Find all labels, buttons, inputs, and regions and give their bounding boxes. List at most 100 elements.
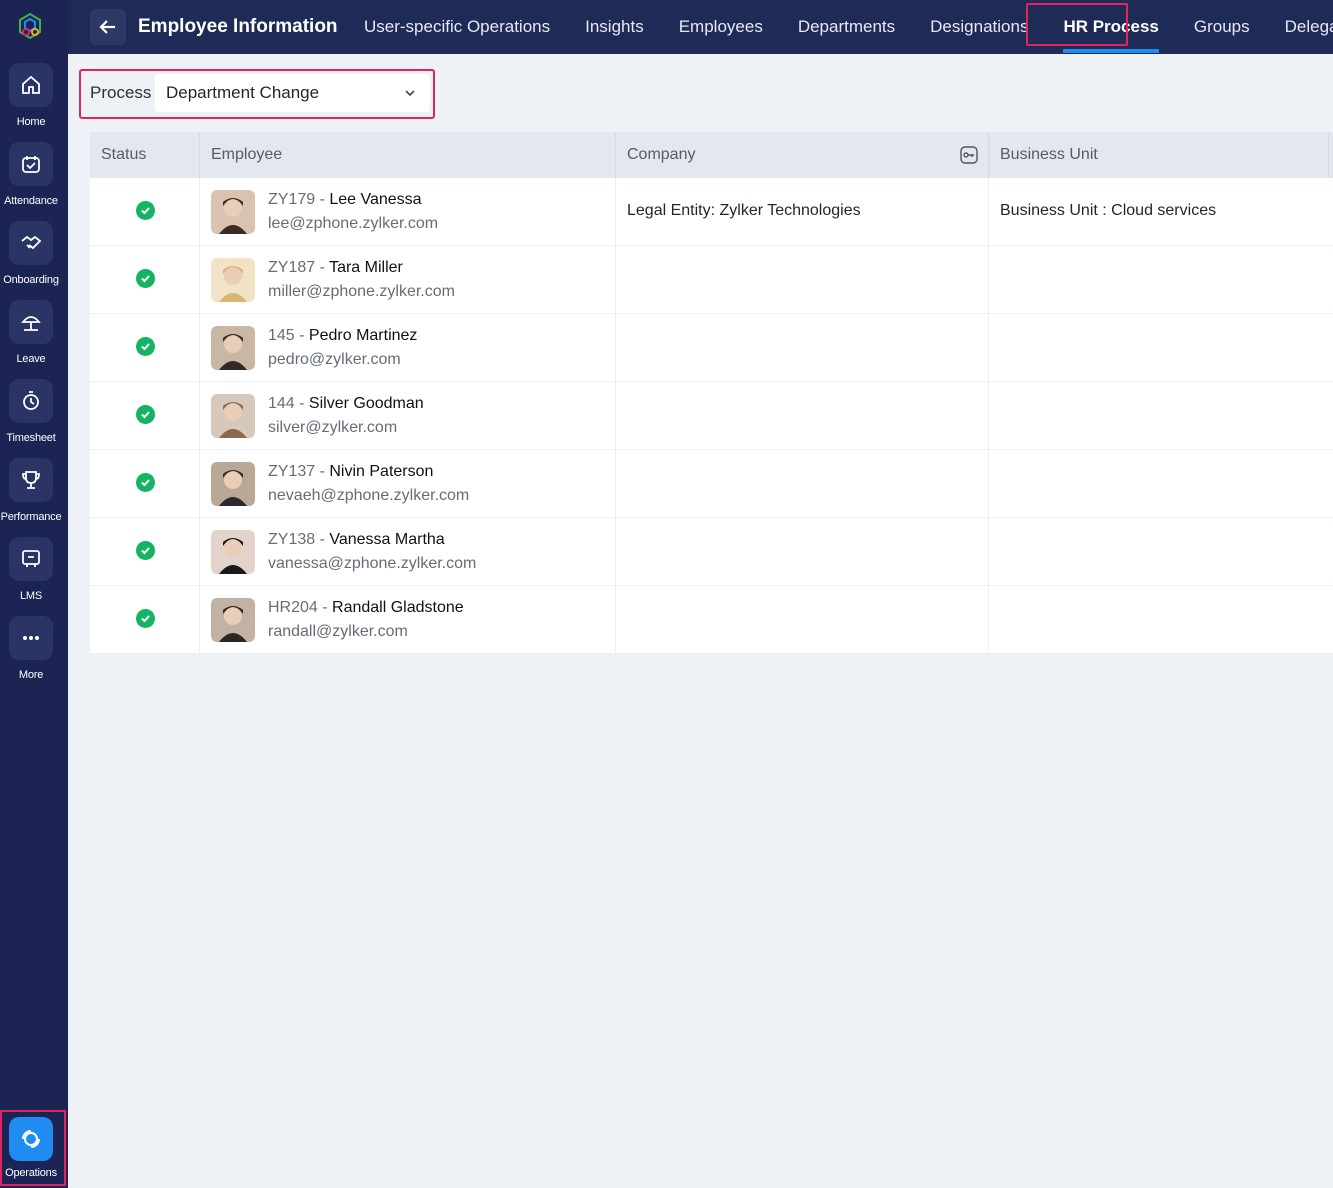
employee-cell[interactable]: ZY137 - Nivin Paterson nevaeh@zphone.zyl… xyxy=(200,450,616,518)
top-bar: Employee Information User-specific Opera… xyxy=(68,0,1333,54)
avatar[interactable] xyxy=(211,190,255,234)
business-unit-cell: Business Unit : Cloud services xyxy=(989,178,1333,246)
employee-id-name: HR204 - Randall Gladstone xyxy=(268,599,464,617)
table-row[interactable]: ZY179 - Lee Vanessa lee@zphone.zylker.co… xyxy=(90,178,1333,246)
process-select[interactable]: Department Change xyxy=(155,74,430,112)
column-header-business-unit: Business Unit xyxy=(989,132,1329,178)
employee-id-name: 144 - Silver Goodman xyxy=(268,395,424,413)
id-separator: - xyxy=(315,531,330,548)
table-row[interactable]: ZY137 - Nivin Paterson nevaeh@zphone.zyl… xyxy=(90,450,1333,518)
handshake-icon xyxy=(9,221,53,265)
company-cell xyxy=(616,518,989,586)
employee-id-name: ZY138 - Vanessa Martha xyxy=(268,531,445,549)
avatar[interactable] xyxy=(211,258,255,302)
tab-employees[interactable]: Employees xyxy=(679,0,763,54)
tab-user-specific-operations[interactable]: User-specific Operations xyxy=(364,0,550,54)
table-row[interactable]: 144 - Silver Goodman silver@zylker.com xyxy=(90,382,1333,450)
key-icon[interactable] xyxy=(960,146,978,164)
avatar[interactable] xyxy=(211,462,255,506)
chevron-down-icon xyxy=(405,90,415,97)
business-unit-cell xyxy=(989,518,1333,586)
employee-cell[interactable]: ZY187 - Tara Miller miller@zphone.zylker… xyxy=(200,246,616,314)
avatar[interactable] xyxy=(211,326,255,370)
employee-cell[interactable]: 145 - Pedro Martinez pedro@zylker.com xyxy=(200,314,616,382)
app-logo-icon[interactable] xyxy=(16,12,44,40)
table-row[interactable]: ZY138 - Vanessa Martha vanessa@zphone.zy… xyxy=(90,518,1333,586)
employee-table: Status Employee Company Business Unit ZY… xyxy=(90,132,1333,654)
column-header-company: Company xyxy=(616,132,989,178)
employee-name[interactable]: Pedro Martinez xyxy=(309,327,418,344)
tab-designations[interactable]: Designations xyxy=(930,0,1028,54)
table-row[interactable]: ZY187 - Tara Miller miller@zphone.zylker… xyxy=(90,246,1333,314)
sidebar-item-label: Attendance xyxy=(4,195,58,207)
back-button[interactable] xyxy=(90,9,126,45)
employee-name[interactable]: Vanessa Martha xyxy=(329,531,444,548)
sidebar-item-performance[interactable]: Performance xyxy=(0,458,62,523)
sidebar-item-timesheet[interactable]: Timesheet xyxy=(0,379,62,444)
sidebar-item-more[interactable]: More xyxy=(0,616,62,681)
table-row[interactable]: 145 - Pedro Martinez pedro@zylker.com xyxy=(90,314,1333,382)
trophy-icon xyxy=(9,458,53,502)
business-unit-cell xyxy=(989,246,1333,314)
more-dots-icon xyxy=(9,616,53,660)
tab-groups[interactable]: Groups xyxy=(1194,0,1250,54)
business-unit-cell xyxy=(989,586,1333,654)
avatar[interactable] xyxy=(211,598,255,642)
sidebar-item-label: Performance xyxy=(0,511,62,523)
sidebar-item-attendance[interactable]: Attendance xyxy=(0,142,62,207)
sidebar-item-onboarding[interactable]: Onboarding xyxy=(0,221,62,286)
employee-id: ZY138 xyxy=(268,531,316,548)
employee-email: randall@zylker.com xyxy=(268,623,408,640)
id-separator: - xyxy=(315,463,330,480)
process-label: Process xyxy=(90,83,152,102)
table-body: ZY179 - Lee Vanessa lee@zphone.zylker.co… xyxy=(90,178,1333,654)
tab-bar: User-specific Operations Insights Employ… xyxy=(364,0,1333,54)
sidebar-item-lms[interactable]: LMS xyxy=(0,537,62,602)
employee-email: silver@zylker.com xyxy=(268,419,398,436)
company-value: Legal Entity: Zylker Technologies xyxy=(627,202,861,219)
check-circle-icon xyxy=(136,337,155,356)
employee-name[interactable]: Nivin Paterson xyxy=(329,463,433,480)
employee-cell[interactable]: ZY179 - Lee Vanessa lee@zphone.zylker.co… xyxy=(200,178,616,246)
employee-cell[interactable]: ZY138 - Vanessa Martha vanessa@zphone.zy… xyxy=(200,518,616,586)
employee-id: 145 xyxy=(268,327,295,344)
employee-cell[interactable]: HR204 - Randall Gladstone randall@zylker… xyxy=(200,586,616,654)
employee-id-name: ZY137 - Nivin Paterson xyxy=(268,463,433,481)
check-circle-icon xyxy=(136,405,155,424)
tab-insights[interactable]: Insights xyxy=(585,0,644,54)
business-unit-value: Business Unit : Cloud services xyxy=(1000,202,1217,219)
table-header: Status Employee Company Business Unit xyxy=(90,132,1333,178)
company-cell xyxy=(616,382,989,450)
tab-delegation[interactable]: Delegation xyxy=(1285,0,1333,54)
avatar[interactable] xyxy=(211,530,255,574)
sidebar-item-leave[interactable]: Leave xyxy=(0,300,62,365)
employee-id: 144 xyxy=(268,395,295,412)
employee-cell[interactable]: 144 - Silver Goodman silver@zylker.com xyxy=(200,382,616,450)
sidebar-item-label: LMS xyxy=(19,590,43,602)
arrow-left-icon xyxy=(99,20,115,34)
business-unit-cell xyxy=(989,314,1333,382)
table-row[interactable]: HR204 - Randall Gladstone randall@zylker… xyxy=(90,586,1333,654)
id-separator: - xyxy=(294,395,309,412)
employee-email: miller@zphone.zylker.com xyxy=(268,283,455,300)
stopwatch-icon xyxy=(9,379,53,423)
employee-email: lee@zphone.zylker.com xyxy=(268,215,439,232)
check-circle-icon xyxy=(136,269,155,288)
sidebar-item-label: More xyxy=(18,669,44,681)
sidebar-item-label: Timesheet xyxy=(6,432,56,444)
id-separator: - xyxy=(294,327,309,344)
employee-id-name: ZY179 - Lee Vanessa xyxy=(268,191,422,209)
avatar[interactable] xyxy=(211,394,255,438)
employee-name[interactable]: Randall Gladstone xyxy=(332,599,464,616)
sidebar: Home Attendance Onboarding Leave Timeshe… xyxy=(0,0,68,1188)
check-circle-icon xyxy=(136,201,155,220)
tab-departments[interactable]: Departments xyxy=(798,0,895,54)
employee-id: ZY137 xyxy=(268,463,316,480)
sidebar-item-home[interactable]: Home xyxy=(0,63,62,128)
employee-name[interactable]: Tara Miller xyxy=(329,259,403,276)
status-cell xyxy=(90,246,200,314)
employee-name[interactable]: Lee Vanessa xyxy=(329,191,421,208)
page-title: Employee Information xyxy=(138,16,338,37)
employee-id: HR204 xyxy=(268,599,318,616)
employee-name[interactable]: Silver Goodman xyxy=(309,395,424,412)
